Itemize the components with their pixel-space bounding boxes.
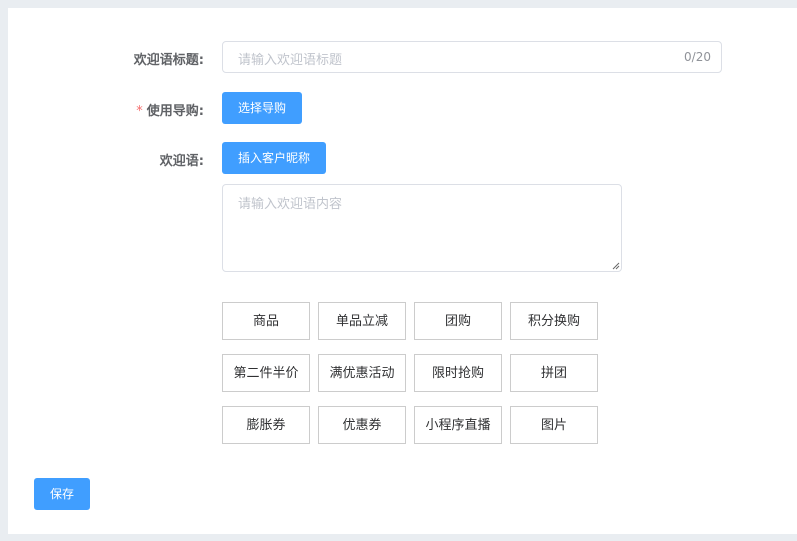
welcome-content-textarea[interactable]: 请输入欢迎语内容	[222, 184, 622, 272]
tag-coupon[interactable]: 优惠券	[318, 406, 406, 444]
insert-nickname-button[interactable]: 插入客户昵称	[222, 142, 326, 174]
tag-single-discount[interactable]: 单品立减	[318, 302, 406, 340]
welcome-title-counter: 0/20	[684, 50, 711, 64]
tag-points-exchange[interactable]: 积分换购	[510, 302, 598, 340]
tag-team-buy[interactable]: 拼团	[510, 354, 598, 392]
welcome-title-label: 欢迎语标题:	[133, 53, 204, 68]
tag-product[interactable]: 商品	[222, 302, 310, 340]
welcome-title-input[interactable]: 请输入欢迎语标题 0/20	[222, 41, 722, 73]
save-button[interactable]: 保存	[34, 478, 90, 510]
tag-full-discount[interactable]: 满优惠活动	[318, 354, 406, 392]
guide-label-wrap: * 使用导购:	[8, 100, 204, 119]
tag-group-buy[interactable]: 团购	[414, 302, 502, 340]
select-guide-button[interactable]: 选择导购	[222, 92, 302, 124]
form-panel: 欢迎语标题: 请输入欢迎语标题 0/20 * 使用导购: 选择导购 欢迎语: 插入…	[8, 8, 797, 534]
welcome-title-placeholder: 请输入欢迎语标题	[238, 53, 343, 68]
tag-expansion-coupon[interactable]: 膨胀券	[222, 406, 310, 444]
required-mark: *	[136, 104, 143, 119]
tag-mini-live[interactable]: 小程序直播	[414, 406, 502, 444]
resize-handle-icon[interactable]	[612, 262, 620, 270]
welcome-content-label: 欢迎语:	[159, 154, 204, 169]
tag-image[interactable]: 图片	[510, 406, 598, 444]
tag-second-half-price[interactable]: 第二件半价	[222, 354, 310, 392]
welcome-content-placeholder: 请输入欢迎语内容	[238, 197, 343, 212]
guide-label: 使用导购:	[146, 104, 204, 119]
tag-flash-sale[interactable]: 限时抢购	[414, 354, 502, 392]
